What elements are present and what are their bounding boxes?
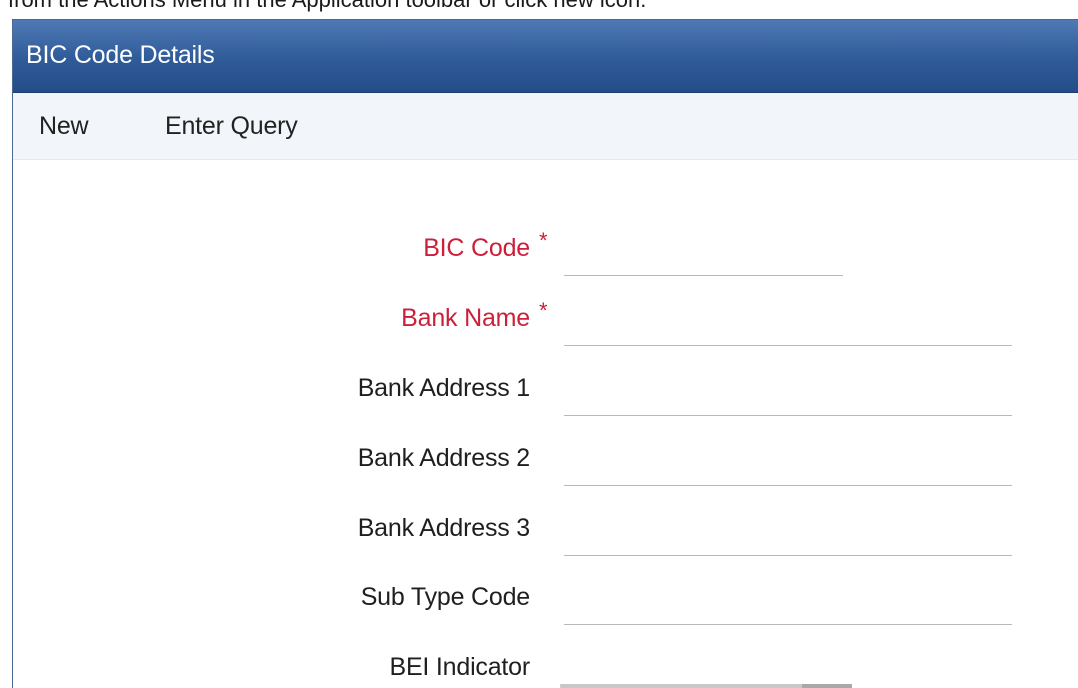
form-row-sub-type-code: Sub Type Code xyxy=(13,583,1078,643)
form-row-bank-address-3: Bank Address 3 xyxy=(13,514,1078,574)
bank-name-input[interactable] xyxy=(564,310,1012,346)
bic-code-form: BIC Code * Bank Name * Bank Address 1 Ba… xyxy=(13,160,1078,688)
form-row-bank-address-2: Bank Address 2 xyxy=(13,444,1078,504)
form-row-bank-address-1: Bank Address 1 xyxy=(13,374,1078,434)
bank-address-2-input[interactable] xyxy=(564,450,1012,486)
bank-address-3-label: Bank Address 3 xyxy=(357,514,531,542)
bank-address-1-input[interactable] xyxy=(564,380,1012,416)
enter-query-button[interactable]: Enter Query xyxy=(165,112,298,141)
bank-address-2-label: Bank Address 2 xyxy=(357,444,531,472)
bank-address-1-label: Bank Address 1 xyxy=(357,374,531,402)
form-row-bei-indicator: BEI Indicator xyxy=(13,653,1078,688)
window-titlebar: BIC Code Details xyxy=(13,20,1078,93)
bic-code-label: BIC Code xyxy=(423,234,530,262)
bank-name-label: Bank Name xyxy=(401,304,530,332)
horizontal-scrollbar[interactable] xyxy=(560,684,852,688)
new-button[interactable]: New xyxy=(39,112,89,141)
bic-code-details-window: BIC Code Details New Enter Query BIC Cod… xyxy=(12,19,1078,688)
action-toolbar: New Enter Query xyxy=(13,93,1078,160)
bei-indicator-label: BEI Indicator xyxy=(389,653,530,681)
window-title: BIC Code Details xyxy=(26,41,215,69)
sub-type-code-input[interactable] xyxy=(564,589,1012,625)
form-row-bank-name: Bank Name * xyxy=(13,298,1078,364)
document-caption: from the Actions Menu in the Application… xyxy=(8,0,646,12)
sub-type-code-label: Sub Type Code xyxy=(360,583,530,611)
bank-address-3-input[interactable] xyxy=(564,520,1012,556)
required-marker: * xyxy=(539,228,548,253)
bic-code-input[interactable] xyxy=(564,240,843,276)
scrollbar-thumb[interactable] xyxy=(802,684,852,688)
form-row-bic-code: BIC Code * xyxy=(13,228,1078,294)
required-marker: * xyxy=(539,298,548,323)
